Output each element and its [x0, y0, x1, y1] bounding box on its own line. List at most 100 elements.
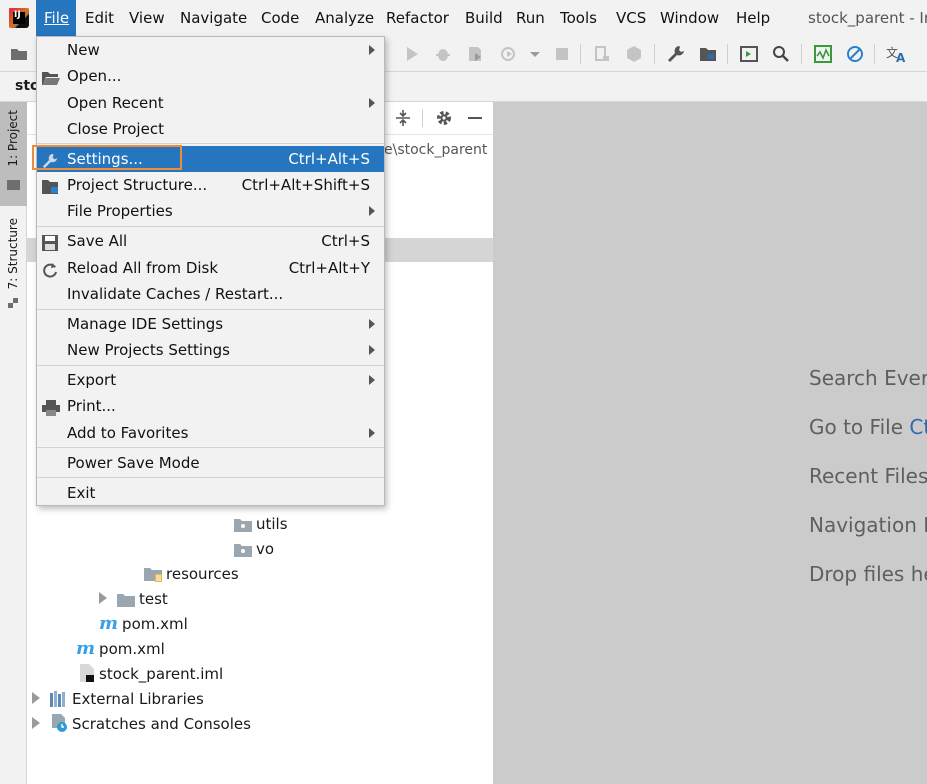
stop-icon[interactable]	[553, 45, 571, 63]
menu-code[interactable]: Code	[261, 0, 299, 36]
submenu-arrow-icon	[369, 428, 375, 438]
expand-arrow-icon[interactable]	[32, 692, 40, 704]
scratches-icon	[50, 714, 68, 738]
menu-item-invalidate-caches[interactable]: Invalidate Caches / Restart...	[37, 281, 384, 307]
reload-icon	[42, 260, 60, 278]
open-folder-icon[interactable]	[10, 45, 28, 63]
menu-separator	[37, 226, 384, 227]
coverage-icon[interactable]	[466, 45, 484, 63]
translate-icon[interactable]: 文A	[886, 45, 908, 65]
profile-icon[interactable]	[500, 45, 518, 63]
attach-debugger-icon[interactable]	[593, 45, 611, 63]
tab-structure-label: 7: Structure	[6, 218, 20, 290]
toolbar-divider	[801, 44, 802, 64]
menu-bar: IJ File Edit View Navigate Code Analyze …	[0, 0, 927, 36]
menu-item-close-project[interactable]: Close Project	[37, 116, 384, 142]
menu-item-open-recent[interactable]: Open Recent	[37, 90, 384, 116]
project-structure-icon[interactable]	[699, 45, 717, 63]
package-folder-icon	[234, 516, 252, 538]
tree-item-label: resources	[166, 565, 239, 583]
tree-item-vo[interactable]: vo	[234, 538, 274, 560]
tree-item-resources[interactable]: resources	[144, 563, 239, 585]
run-icon[interactable]	[403, 45, 421, 63]
submenu-arrow-icon	[369, 345, 375, 355]
wrench-icon[interactable]	[667, 45, 685, 63]
menu-item-manage-ide-settings[interactable]: Manage IDE Settings	[37, 311, 384, 337]
menu-item-open[interactable]: Open...	[37, 63, 384, 89]
menu-tools[interactable]: Tools	[560, 0, 597, 36]
tree-item-utils[interactable]: utils	[234, 513, 288, 535]
folder-icon	[7, 180, 20, 190]
hint-drop-files: Drop files he	[809, 562, 927, 586]
gear-icon[interactable]	[435, 109, 453, 127]
menu-item-reload-all[interactable]: Reload All from Disk Ctrl+Alt+Y	[37, 255, 384, 281]
structure-icon	[8, 298, 19, 309]
file-menu-dropdown: New Open... Open Recent Close Project Se…	[36, 36, 385, 506]
settings-focus-highlight	[32, 145, 182, 170]
intellij-logo-icon: IJ	[9, 8, 29, 28]
submenu-arrow-icon	[369, 45, 375, 55]
hint-navigation-bar: Navigation B	[809, 513, 927, 537]
tab-project[interactable]: 1: Project	[0, 102, 27, 206]
menu-separator	[37, 447, 384, 448]
menu-item-export[interactable]: Export	[37, 367, 384, 393]
menu-window[interactable]: Window	[660, 0, 719, 36]
menu-run[interactable]: Run	[516, 0, 545, 36]
menu-vcs[interactable]: VCS	[616, 0, 646, 36]
menu-analyze[interactable]: Analyze	[315, 0, 374, 36]
expand-arrow-icon[interactable]	[99, 592, 107, 604]
resources-folder-icon	[144, 566, 162, 588]
toolbar-divider	[654, 44, 655, 64]
menu-separator	[37, 477, 384, 478]
menu-item-file-properties[interactable]: File Properties	[37, 198, 384, 224]
build-artifacts-icon[interactable]	[625, 45, 643, 63]
minimize-icon[interactable]	[468, 117, 482, 119]
menu-view[interactable]: View	[129, 0, 165, 36]
menu-item-save-all[interactable]: Save All Ctrl+S	[37, 228, 384, 254]
editor-empty-area: Search Every Go to File Ct Recent Files …	[493, 102, 927, 784]
tree-item-external-libraries[interactable]: External Libraries	[32, 688, 204, 710]
save-icon	[42, 233, 60, 251]
libraries-icon	[50, 691, 68, 713]
maven-icon: m	[99, 613, 119, 634]
no-entry-icon[interactable]	[846, 45, 864, 63]
tree-item-test[interactable]: test	[99, 588, 168, 610]
project-structure-icon	[42, 177, 60, 194]
tree-item-label: stock_parent.iml	[99, 665, 224, 683]
menu-navigate[interactable]: Navigate	[180, 0, 247, 36]
hint-search-everywhere: Search Every	[809, 366, 927, 390]
menu-help[interactable]: Help	[736, 0, 770, 36]
chevron-down-icon[interactable]	[526, 45, 544, 63]
toolbar-divider	[580, 44, 581, 64]
menu-refactor[interactable]: Refactor	[386, 0, 449, 36]
tree-item-iml[interactable]: stock_parent.iml	[79, 663, 223, 685]
collapse-all-icon[interactable]	[394, 109, 412, 127]
tree-item-pom[interactable]: m pom.xml	[99, 613, 188, 635]
tab-structure[interactable]: 7: Structure	[0, 212, 27, 316]
project-path: e\stock_parent	[384, 142, 488, 158]
folder-icon	[117, 591, 135, 613]
menu-item-new-projects-settings[interactable]: New Projects Settings	[37, 337, 384, 363]
menu-file[interactable]: File	[36, 0, 76, 36]
search-icon[interactable]	[772, 45, 790, 63]
menu-item-print[interactable]: Print...	[37, 393, 384, 419]
tree-item-label: Scratches and Consoles	[72, 715, 251, 733]
svg-text:A: A	[896, 51, 906, 63]
menu-item-exit[interactable]: Exit	[37, 480, 384, 506]
iml-file-icon	[79, 664, 95, 688]
activity-monitor-icon[interactable]	[814, 45, 832, 63]
menu-item-power-save-mode[interactable]: Power Save Mode	[37, 450, 384, 476]
expand-arrow-icon[interactable]	[32, 717, 40, 729]
terminal-run-icon[interactable]	[740, 45, 758, 63]
tree-item-pom[interactable]: m pom.xml	[76, 638, 165, 660]
tree-item-scratches[interactable]: Scratches and Consoles	[32, 713, 251, 735]
menu-item-project-structure[interactable]: Project Structure... Ctrl+Alt+Shift+S	[37, 172, 384, 198]
menu-separator	[37, 143, 384, 144]
toolbar-divider	[874, 44, 875, 64]
menu-item-add-to-favorites[interactable]: Add to Favorites	[37, 420, 384, 446]
menu-build[interactable]: Build	[465, 0, 503, 36]
menu-edit[interactable]: Edit	[85, 0, 114, 36]
debug-icon[interactable]	[434, 45, 452, 63]
maven-icon: m	[76, 638, 96, 659]
menu-item-new[interactable]: New	[37, 37, 384, 63]
